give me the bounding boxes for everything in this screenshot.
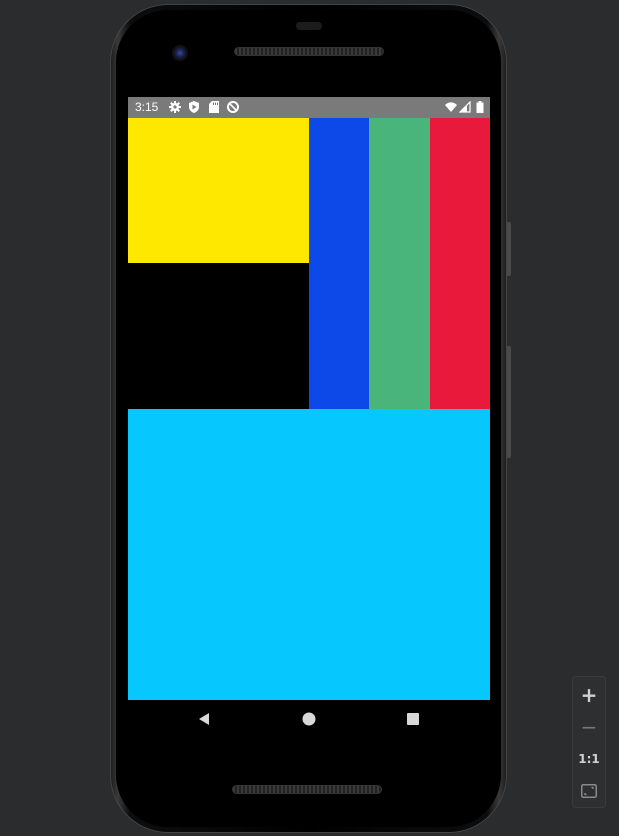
volume-button[interactable] [507, 346, 511, 458]
top-earpiece [296, 22, 322, 30]
status-bar: 3:15 [128, 97, 490, 118]
cellular-signal-icon [459, 101, 471, 113]
blue-column [309, 118, 369, 409]
wifi-icon [445, 102, 457, 112]
front-camera-icon [172, 45, 188, 61]
device-screen[interactable]: 3:15 [128, 97, 490, 737]
cyan-block [128, 409, 490, 700]
green-column [369, 118, 430, 409]
bottom-speaker-grille [232, 785, 382, 794]
red-column [430, 118, 490, 409]
black-empty-area [128, 263, 309, 409]
top-speaker-grille [234, 47, 384, 56]
play-protect-icon [189, 101, 199, 113]
fit-screen-button[interactable] [573, 775, 605, 807]
settings-icon [169, 101, 181, 113]
fit-screen-icon [581, 784, 597, 798]
zoom-controls: + − 1:1 [572, 676, 606, 808]
home-icon[interactable] [301, 711, 317, 727]
navigation-bar [128, 700, 490, 737]
back-icon[interactable] [196, 711, 212, 727]
actual-size-button[interactable]: 1:1 [573, 743, 605, 775]
status-time: 3:15 [135, 100, 159, 114]
battery-icon [476, 101, 484, 113]
sd-card-icon [209, 101, 219, 113]
recents-icon[interactable] [405, 711, 421, 727]
yellow-block [128, 118, 309, 263]
data-saver-icon [227, 101, 239, 113]
zoom-in-button[interactable]: + [573, 679, 605, 711]
power-button[interactable] [507, 222, 511, 276]
zoom-out-button[interactable]: − [573, 711, 605, 743]
